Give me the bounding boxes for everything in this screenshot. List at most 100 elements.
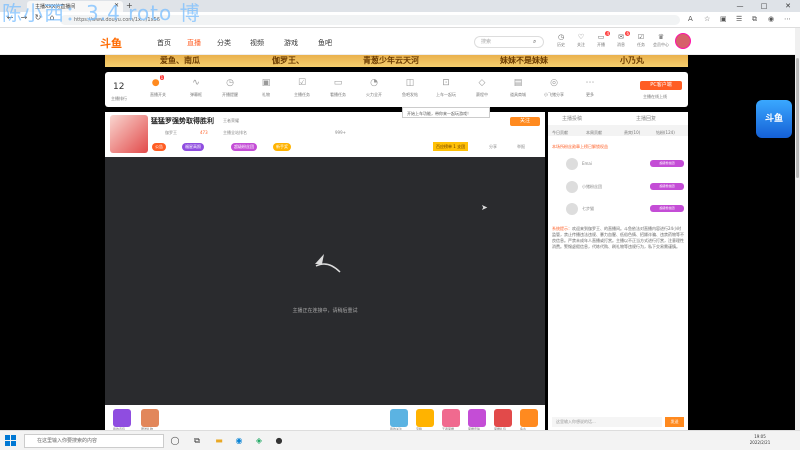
nav-live[interactable]: 直播 [187, 38, 201, 48]
task-button[interactable]: ☑ 任务 [632, 33, 650, 48]
toolbar-ride[interactable]: ⊡ 上车一起玩 [429, 78, 463, 98]
scroll-thumb[interactable] [796, 58, 799, 178]
panel-header[interactable]: 主播投稿 [562, 115, 582, 122]
toolbar-host-task[interactable]: ☑ 主播任务 [285, 78, 319, 98]
broadcast-button[interactable]: ▭ 4 开播 [592, 31, 610, 48]
follow-gift-icon[interactable] [390, 409, 408, 427]
send-button[interactable]: 发送 [665, 417, 684, 427]
tab-vip[interactable]: 贵宾(10) [624, 130, 640, 136]
banner-item[interactable]: 伽罗王、 [272, 55, 304, 66]
rank-row[interactable]: 小猪粉丝团 超级粉丝团 [552, 181, 684, 193]
file-explorer-icon[interactable]: ▬ [212, 434, 226, 448]
promo-badge[interactable]: 斗鱼 [756, 100, 792, 138]
search-icon[interactable]: ⌕ [533, 38, 536, 46]
pc-client-button[interactable]: PC客户端 [640, 81, 682, 90]
room-category[interactable]: 王者荣耀 [223, 118, 239, 124]
fishball-icon[interactable] [520, 409, 538, 427]
toolbar-watch-task[interactable]: ▭ 看播任务 [321, 78, 355, 98]
fan-club-tag[interactable]: 超级粉丝团 [231, 143, 257, 151]
browser-tab[interactable]: 主播XXX的直播间 ✕ [27, 1, 123, 12]
tab-week[interactable]: 本周贡献 [586, 130, 602, 136]
maximize-button[interactable]: □ [752, 0, 776, 12]
toolbar-fire[interactable]: ◔ 火力全开 [357, 78, 391, 98]
nav-home[interactable]: 首页 [157, 38, 171, 48]
streamer-avatar[interactable] [110, 115, 148, 153]
video-player[interactable]: 主播正在连接中，请稍后重试 ➤ [105, 157, 545, 405]
notice-tag[interactable]: 公告 [152, 143, 166, 151]
message-button[interactable]: ✉ 6 消息 [612, 31, 630, 48]
rank-text[interactable]: 主播全站排名 [223, 130, 247, 136]
skin-icon[interactable] [468, 409, 486, 427]
extensions-icon[interactable]: ⧉ [752, 15, 757, 24]
edge-icon[interactable]: ◉ [232, 434, 246, 448]
taskbar-search[interactable]: 在这里输入你要搜索的内容 [24, 434, 164, 448]
back-icon[interactable]: ← [4, 13, 16, 22]
report-link[interactable]: 举报 [517, 144, 525, 150]
backpack-icon[interactable] [113, 409, 131, 427]
minimize-button[interactable]: — [728, 0, 752, 12]
favorite-icon[interactable]: ☆ [704, 15, 710, 23]
rank-fan-button[interactable]: 超级粉丝团 [650, 160, 684, 167]
toolbar-gift[interactable]: ▣ 礼物 [249, 78, 283, 98]
banner-item[interactable]: 爱鱼、南瓜 [160, 55, 200, 66]
streamer-name[interactable]: 伽罗王 [165, 130, 177, 136]
share-link[interactable]: 分享 [489, 144, 497, 150]
toolbar-remind[interactable]: ◷ 开播提醒 [213, 78, 247, 98]
url-field[interactable]: https://www.douyu.com/1x.../1x56 [60, 15, 680, 25]
new-tab-button[interactable]: + [126, 1, 133, 10]
toolbar-shop[interactable]: ▤ 道具商城 [501, 78, 535, 98]
toolbar-schedule[interactable]: ◇ 赛程中 [465, 78, 499, 98]
tab-close-icon[interactable]: ✕ [114, 2, 119, 9]
vip-button[interactable]: ♛ 会员中心 [652, 33, 670, 48]
panel-header-2[interactable]: 主播回复 [636, 115, 656, 122]
rank-badge[interactable]: 百应榜单 1 支团 [433, 142, 469, 151]
rank-fan-button[interactable]: 超级粉丝团 [650, 205, 684, 212]
send-gift-icon[interactable] [141, 409, 159, 427]
read-aloud-icon[interactable]: A [688, 15, 693, 23]
nav-video[interactable]: 视频 [250, 38, 264, 48]
toolbar-more[interactable]: ⋯ 更多 [573, 78, 607, 98]
tab-diamond[interactable]: 钻粉(124) [656, 130, 675, 136]
home-icon[interactable]: ⌂ [46, 13, 58, 22]
collections-icon[interactable]: ▣ [720, 15, 727, 23]
rank-row[interactable]: 七步猫 超级粉丝团 [552, 203, 684, 215]
system-clock[interactable]: 19:05 2022/2/21 [740, 434, 780, 446]
nav-category[interactable]: 分类 [217, 38, 231, 48]
banner-item[interactable]: 小乃丸 [620, 55, 644, 66]
site-logo[interactable]: 斗鱼 [100, 35, 122, 51]
obs-icon[interactable]: ● [272, 434, 286, 448]
banner-item[interactable]: 青葱少年云天河 [363, 55, 419, 66]
chat-input[interactable]: 这里输入你想说的话... [552, 417, 662, 427]
newbie-tag[interactable]: 新手奖 [273, 143, 291, 151]
page-scrollbar[interactable] [795, 28, 800, 430]
user-avatar[interactable] [675, 33, 691, 49]
honor-icon[interactable] [442, 409, 460, 427]
follow-button[interactable]: 关注 [510, 117, 540, 126]
history-button[interactable]: ◷ 历史 [552, 33, 570, 48]
refresh-icon[interactable]: ↻ [32, 13, 44, 22]
rank-fan-button[interactable]: 超级粉丝团 [650, 183, 684, 190]
profile-icon[interactable]: ◉ [768, 15, 774, 23]
task-view-icon[interactable]: ◯ [168, 434, 182, 448]
forward-icon[interactable]: → [18, 13, 30, 22]
toolbar-live-toggle[interactable]: ●1 直播开关 [141, 75, 175, 98]
toolbar-post[interactable]: ◫ 鱼吧发帖 [393, 78, 427, 98]
follow-button[interactable]: ♡ 关注 [572, 33, 590, 48]
rank-count[interactable]: 12 [113, 82, 124, 92]
menu-icon[interactable]: ⋯ [784, 15, 791, 23]
shield-app-icon[interactable]: ◈ [252, 434, 266, 448]
task-view-2-icon[interactable]: ⧉ [190, 434, 204, 448]
banner-item[interactable]: 妹妹不是妹妹 [500, 55, 548, 66]
nav-fishbar[interactable]: 鱼吧 [318, 38, 332, 48]
fortune-tag[interactable]: 福星高照 [182, 143, 204, 151]
windows-start-icon[interactable] [5, 435, 16, 446]
toolbar-danmu[interactable]: ∿ 弹幕框 [179, 78, 213, 98]
rank-row[interactable]: Emai 超级粉丝团 [552, 158, 684, 170]
toolbar-share[interactable]: ◎ 小飞猪分享 [537, 78, 571, 98]
nav-game[interactable]: 游戏 [284, 38, 298, 48]
tab-today[interactable]: 今日贡献 [552, 130, 568, 136]
close-window-button[interactable]: ✕ [776, 0, 800, 12]
pack-icon[interactable] [494, 409, 512, 427]
favorites-list-icon[interactable]: ☰ [736, 15, 742, 23]
chest-icon[interactable] [416, 409, 434, 427]
